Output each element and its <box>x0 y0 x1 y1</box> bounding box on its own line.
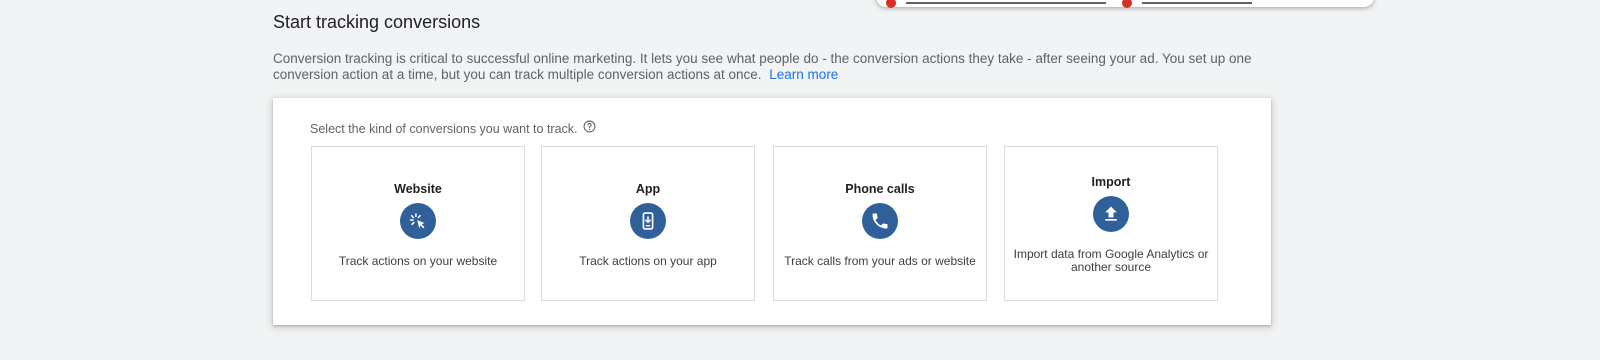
option-title: Website <box>394 182 442 196</box>
conversion-type-card: Select the kind of conversions you want … <box>273 98 1271 325</box>
option-website[interactable]: Website Track actions on your website <box>311 146 525 301</box>
help-circle-icon[interactable] <box>583 120 596 133</box>
popup-text-fragment <box>906 2 1106 4</box>
option-description: Track calls from your ads or website <box>784 254 976 268</box>
option-title: Phone calls <box>845 182 915 196</box>
option-title: App <box>635 182 661 196</box>
upload-icon <box>1093 196 1129 232</box>
cursor-click-icon <box>400 203 436 239</box>
option-title: Import <box>1091 175 1131 189</box>
learn-more-link[interactable]: Learn more <box>769 67 838 82</box>
option-description: Import data from Google Analytics or ano… <box>1013 247 1209 274</box>
popup-text-fragment <box>1142 2 1252 4</box>
option-description: Track actions on your website <box>338 254 498 268</box>
page-description: Conversion tracking is critical to succe… <box>273 51 1283 83</box>
notification-popup <box>876 0 1374 8</box>
page-title: Start tracking conversions <box>273 12 481 32</box>
alert-icon <box>886 0 896 8</box>
mobile-download-icon <box>630 203 666 239</box>
description-text: Conversion tracking is critical to succe… <box>273 51 1252 82</box>
phone-icon <box>862 203 898 239</box>
alert-icon <box>1122 0 1132 8</box>
option-import[interactable]: Import Import data from Google Analytics… <box>1004 146 1218 301</box>
option-app[interactable]: App Track actions on your app <box>541 146 755 301</box>
option-phone-calls[interactable]: Phone calls Track calls from your ads or… <box>773 146 987 301</box>
option-description: Track actions on your app <box>579 254 717 268</box>
selection-prompt-text: Select the kind of conversions you want … <box>310 122 578 136</box>
selection-prompt: Select the kind of conversions you want … <box>310 120 596 136</box>
